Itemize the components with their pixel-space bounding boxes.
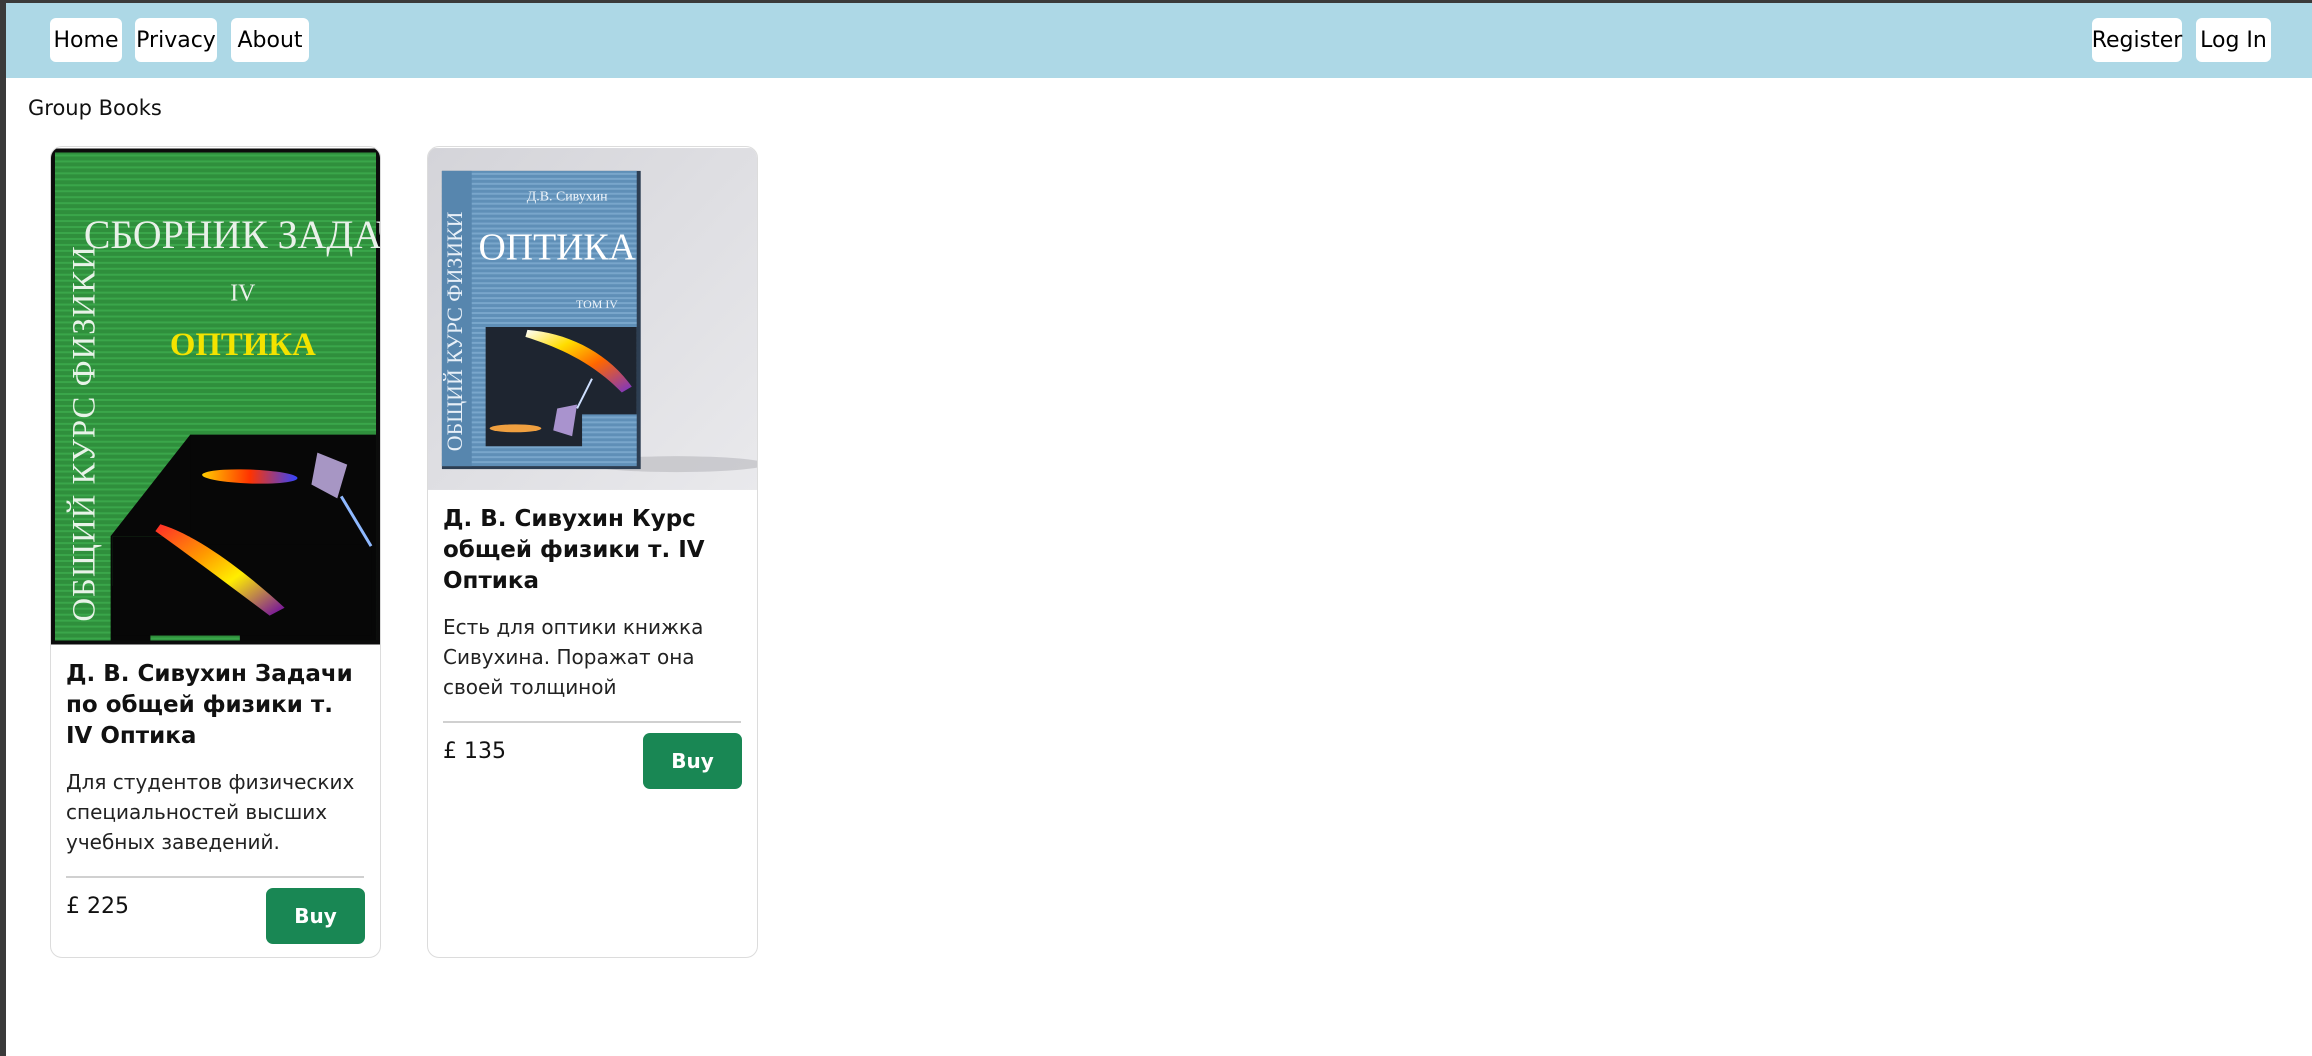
navbar: Home Privacy About Register Log In bbox=[6, 3, 2312, 78]
book-card: ОБЩИЙ КУРС ФИЗИКИ СБОРНИК ЗАДАЧ IV ОПТИК… bbox=[50, 146, 381, 958]
cover-author-text: Д.В. Сивухин bbox=[527, 190, 608, 205]
buy-button[interactable]: Buy bbox=[643, 733, 742, 789]
book-price: £ 225 bbox=[66, 894, 129, 919]
cover-series-text: ОБЩИЙ КУРС ФИЗИКИ bbox=[66, 245, 103, 622]
nav-home-link[interactable]: Home bbox=[50, 18, 122, 62]
buy-button[interactable]: Buy bbox=[266, 888, 365, 944]
book-price: £ 135 bbox=[443, 739, 506, 764]
page-heading: Group Books bbox=[28, 96, 162, 120]
nav-about-link[interactable]: About bbox=[231, 18, 309, 62]
book-description: Есть для оптики книжка Сивухина. Поражат… bbox=[443, 615, 704, 699]
nav-login-link[interactable]: Log In bbox=[2196, 18, 2271, 62]
book-title[interactable]: Д. В. Сивухин Курс общей физики т. IV Оп… bbox=[443, 504, 743, 597]
cover-volume-text: IV bbox=[230, 281, 255, 307]
cover-title-text: СБОРНИК ЗАДАЧ bbox=[84, 213, 380, 257]
book-cover-image[interactable]: ОБЩИЙ КУРС ФИЗИКИ Д.В. Сивухин ОПТИКА ТО… bbox=[428, 147, 757, 491]
nav-register-link[interactable]: Register bbox=[2092, 18, 2182, 62]
cover-subtitle-text: ОПТИКА bbox=[170, 327, 316, 363]
book-card: ОБЩИЙ КУРС ФИЗИКИ Д.В. Сивухин ОПТИКА ТО… bbox=[427, 146, 758, 958]
book-title[interactable]: Д. В. Сивухин Задачи по общей физики т. … bbox=[66, 659, 366, 752]
cover-volume-text: ТОМ IV bbox=[576, 297, 618, 311]
nav-privacy-link[interactable]: Privacy bbox=[135, 18, 217, 62]
cover-series-text: ОБЩИЙ КУРС ФИЗИКИ bbox=[443, 211, 467, 451]
cover-title-text: ОПТИКА bbox=[479, 226, 636, 268]
book-description: Для студентов физических специальностей … bbox=[66, 770, 355, 854]
book-cover-image[interactable]: ОБЩИЙ КУРС ФИЗИКИ СБОРНИК ЗАДАЧ IV ОПТИК… bbox=[51, 147, 380, 646]
browser-viewport: Home Privacy About Register Log In Group… bbox=[6, 3, 2312, 1056]
card-divider bbox=[443, 721, 741, 723]
card-divider bbox=[66, 876, 364, 878]
